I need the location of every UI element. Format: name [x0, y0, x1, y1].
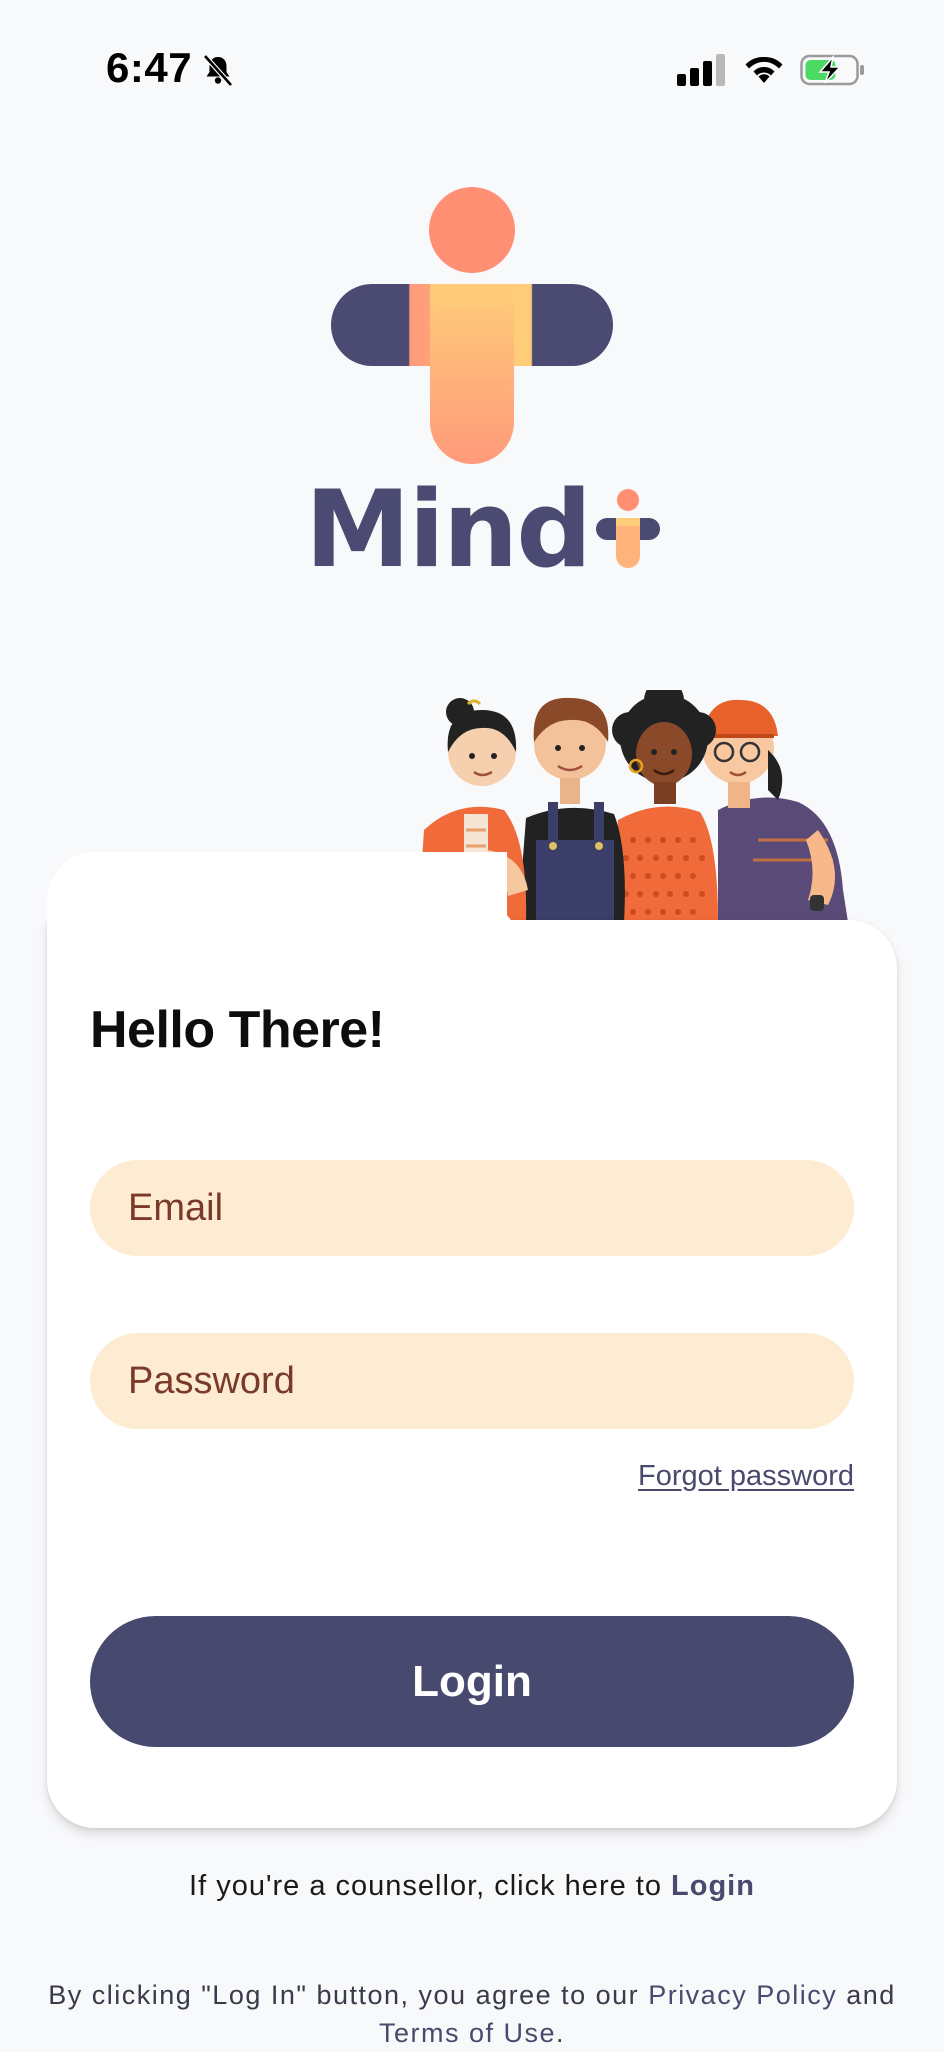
privacy-policy-link[interactable]: Privacy Policy: [648, 1980, 837, 2010]
card-title: Hello There!: [90, 1001, 385, 1059]
legal-and: and: [846, 1980, 896, 2010]
logo-text: Mind: [305, 468, 592, 591]
legal-prefix: By clicking "Log In" button, you agree t…: [48, 1980, 640, 2010]
bell-slash-icon: [203, 54, 233, 87]
mind-logo-icon: [331, 187, 613, 464]
legal-suffix: .: [556, 2018, 566, 2048]
login-card-tab: [47, 852, 507, 972]
wifi-icon: [745, 56, 783, 83]
counsellor-login-link[interactable]: Login: [671, 1870, 755, 1902]
counsellor-login-line: If you're a counsellor, click here to Lo…: [0, 1870, 944, 1903]
legal-text: By clicking "Log In" button, you agree t…: [40, 1976, 904, 2052]
counsellor-prefix: If you're a counsellor, click here to: [189, 1870, 662, 1902]
terms-of-use-link[interactable]: Terms of Use: [379, 2018, 556, 2048]
email-field[interactable]: [90, 1160, 854, 1256]
status-time: 6:47: [106, 44, 193, 91]
password-field[interactable]: [90, 1333, 854, 1429]
login-card-tab-slope: [455, 852, 511, 920]
logo-wordmark: Mind: [305, 468, 664, 591]
battery-charging-icon: [800, 54, 864, 86]
login-button[interactable]: Login: [90, 1616, 854, 1747]
logo-small-mark-icon: [596, 489, 661, 568]
cellular-signal-icon: [677, 54, 725, 86]
status-bar: 6:47: [0, 0, 944, 140]
forgot-password-link[interactable]: Forgot password: [638, 1460, 854, 1493]
